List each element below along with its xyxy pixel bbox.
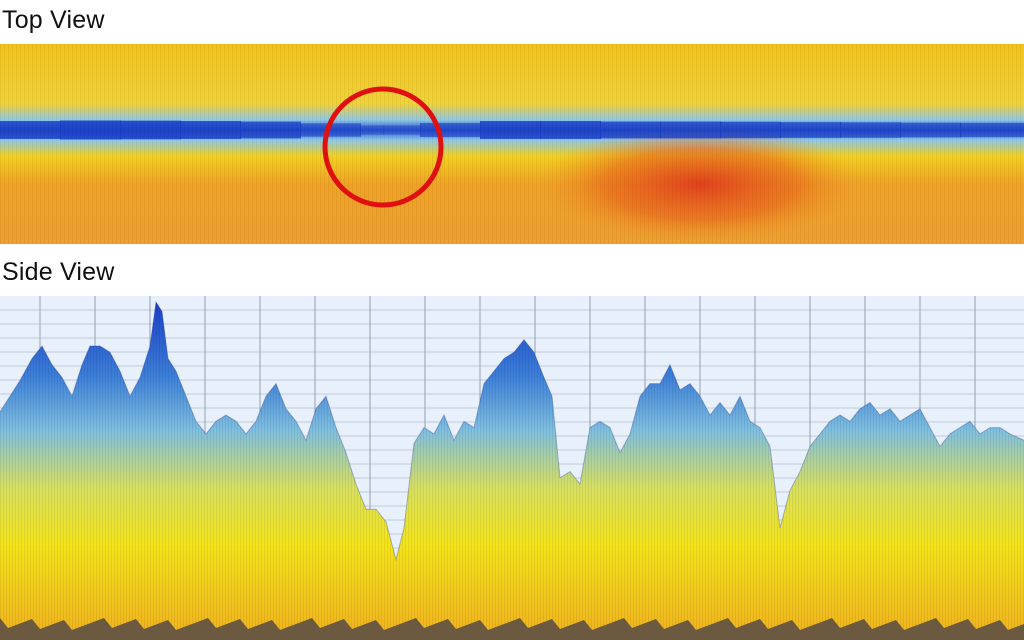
side-view-title: Side View [2,258,115,286]
top-view-heatmap [0,44,1024,244]
top-view-title: Top View [2,6,105,34]
side-view-svg [0,296,1024,640]
top-view-chart [0,44,1024,244]
texture-overlay [0,44,1024,244]
side-view-chart [0,296,1024,640]
